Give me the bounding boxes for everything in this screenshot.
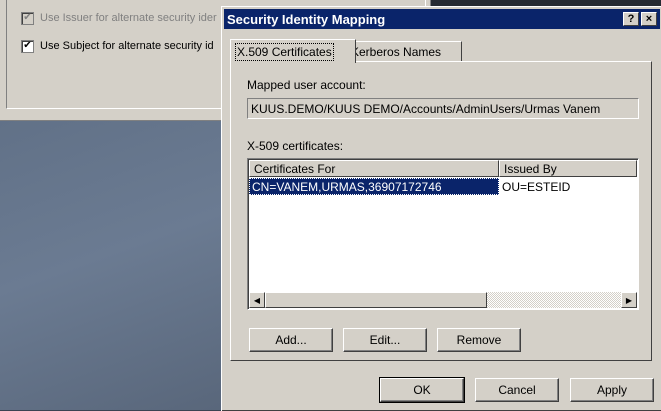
remove-button[interactable]: Remove [437, 328, 521, 352]
column-certificates-for[interactable]: Certificates For [249, 160, 499, 177]
close-button[interactable]: × [641, 12, 657, 26]
scroll-track[interactable] [487, 292, 621, 308]
security-identity-mapping-dialog: Security Identity Mapping ? × X.509 Cert… [221, 6, 661, 411]
cancel-button[interactable]: Cancel [475, 378, 559, 402]
scroll-thumb[interactable] [265, 292, 487, 308]
list-header: Certificates For Issued By [249, 160, 637, 177]
add-button[interactable]: Add... [249, 328, 333, 352]
edit-button[interactable]: Edit... [343, 328, 427, 352]
horizontal-scrollbar[interactable]: ◀ ▶ [249, 292, 637, 308]
use-issuer-checkbox: ✔ [21, 11, 34, 25]
apply-button[interactable]: Apply [570, 378, 654, 402]
mapped-account-label: Mapped user account: [247, 78, 366, 92]
table-row[interactable]: CN=VANEM,URMAS,36907172746 OU=ESTEID [249, 177, 637, 196]
scroll-right-icon[interactable]: ▶ [621, 292, 637, 308]
use-subject-checkbox-row[interactable]: ✔ Use Subject for alternate security id [21, 38, 214, 54]
column-issued-by[interactable]: Issued By [499, 160, 637, 177]
use-subject-label: Use Subject for alternate security id [40, 40, 214, 52]
certificates-label: X-509 certificates: [247, 139, 344, 153]
use-subject-checkbox[interactable]: ✔ [21, 39, 34, 53]
cell-certificates-for[interactable]: CN=VANEM,URMAS,36907172746 [249, 178, 499, 195]
ok-button[interactable]: OK [379, 377, 465, 403]
cell-issued-by[interactable]: OU=ESTEID [499, 180, 570, 194]
mapped-account-value: KUUS.DEMO/KUUS DEMO/Accounts/AdminUsers/… [251, 101, 601, 116]
scroll-left-icon[interactable]: ◀ [249, 292, 265, 308]
tab-x509-label: X.509 Certificates [235, 42, 334, 61]
certificates-list[interactable]: Certificates For Issued By CN=VANEM,URMA… [247, 158, 639, 310]
tab-kerberos-names[interactable]: Kerberos Names [344, 41, 462, 63]
cell-certificates-for-wrap: CN=VANEM,URMAS,36907172746 [249, 178, 499, 195]
mapped-account-field: KUUS.DEMO/KUUS DEMO/Accounts/AdminUsers/… [247, 98, 639, 119]
tab-x509-certificates[interactable]: X.509 Certificates [230, 39, 356, 63]
help-button[interactable]: ? [623, 12, 639, 26]
dialog-title: Security Identity Mapping [227, 11, 386, 27]
use-issuer-checkbox-row: ✔ Use Issuer for alternate security ider [21, 10, 217, 26]
use-issuer-label: Use Issuer for alternate security ider [40, 12, 217, 24]
tab-kerberos-label: Kerberos Names [351, 45, 442, 59]
title-bar[interactable]: Security Identity Mapping ? × [224, 9, 660, 29]
tab-panel: Mapped user account: KUUS.DEMO/KUUS DEMO… [230, 61, 652, 361]
